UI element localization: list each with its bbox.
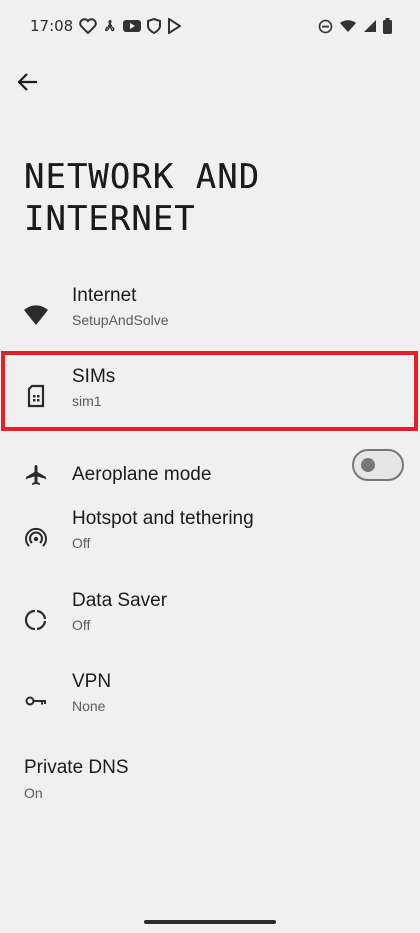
signal-icon — [364, 20, 376, 32]
status-right — [318, 18, 392, 34]
aeroplane-mode-toggle[interactable] — [352, 449, 404, 481]
private-dns-subtitle: On — [24, 785, 43, 801]
hotspot-icon — [20, 522, 52, 554]
internet-title: Internet — [72, 285, 137, 306]
wifi-icon — [340, 20, 356, 32]
fan-icon — [105, 19, 115, 32]
private-dns-item[interactable]: Private DNS On — [0, 743, 420, 823]
hotspot-title: Hotspot and tethering — [72, 508, 254, 529]
vpn-title: VPN — [72, 671, 112, 692]
data-saver-subtitle: Off — [72, 617, 91, 633]
sim-card-icon — [20, 380, 52, 412]
wifi-icon — [20, 299, 52, 331]
vpn-key-icon — [20, 685, 52, 717]
private-dns-title: Private DNS — [24, 757, 129, 778]
dnd-icon — [318, 19, 333, 33]
internet-subtitle: SetupAndSolve — [72, 312, 169, 328]
hotspot-item[interactable]: Hotspot and tethering Off — [0, 498, 420, 578]
hotspot-subtitle: Off — [72, 535, 91, 551]
data-saver-item[interactable]: Data Saver Off — [0, 580, 420, 660]
toggle-knob — [361, 458, 375, 472]
gesture-nav-handle[interactable] — [144, 920, 276, 924]
sims-title: SIMs — [72, 366, 116, 387]
vpn-subtitle: None — [72, 698, 106, 714]
airplane-icon — [20, 459, 52, 491]
play-store-icon — [168, 18, 182, 34]
page-title-line2: INTERNET — [24, 199, 196, 239]
battery-icon — [383, 18, 392, 34]
shield-icon — [147, 18, 162, 34]
sims-item[interactable]: SIMs sim1 — [0, 356, 420, 436]
data-saver-title: Data Saver — [72, 590, 168, 611]
page-title: NETWORK AND INTERNET — [24, 156, 404, 240]
status-bar: 17:08 — [0, 0, 420, 52]
page-title-line1: NETWORK AND — [24, 157, 261, 197]
data-saver-icon — [20, 604, 52, 636]
heart-health-icon — [79, 18, 97, 34]
back-button[interactable] — [10, 64, 46, 100]
status-left: 17:08 — [30, 17, 182, 35]
arrow-back-icon — [17, 73, 37, 91]
status-time: 17:08 — [30, 17, 74, 35]
aeroplane-mode-title: Aeroplane mode — [72, 464, 212, 485]
vpn-item[interactable]: VPN None — [0, 661, 420, 741]
youtube-icon — [123, 20, 142, 32]
sims-subtitle: sim1 — [72, 393, 102, 409]
internet-item[interactable]: Internet SetupAndSolve — [0, 275, 420, 355]
